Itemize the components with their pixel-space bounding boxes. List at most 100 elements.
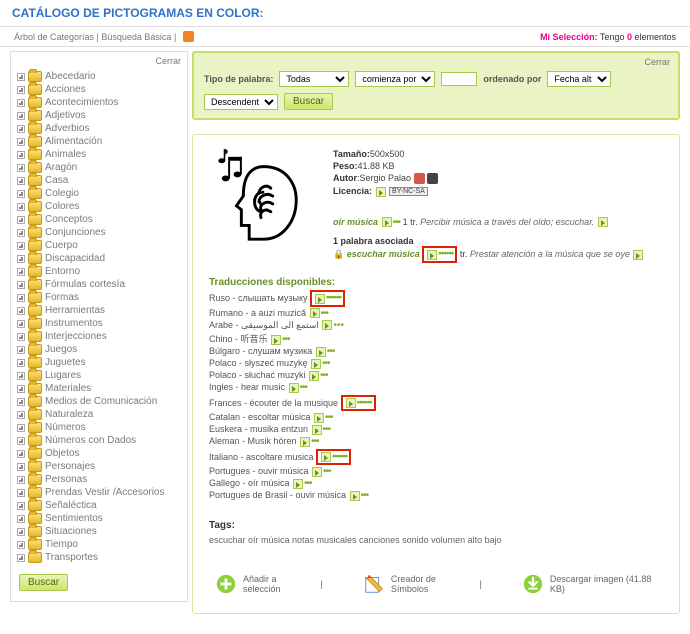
expand-icon[interactable] bbox=[17, 190, 25, 198]
expand-icon[interactable] bbox=[17, 450, 25, 458]
expand-icon[interactable] bbox=[17, 255, 25, 263]
category-item[interactable]: Conjunciones bbox=[17, 226, 181, 239]
category-item[interactable]: Entorno bbox=[17, 265, 181, 278]
category-item[interactable]: Lugares bbox=[17, 369, 181, 382]
expand-icon[interactable] bbox=[17, 177, 25, 185]
expand-icon[interactable] bbox=[17, 385, 25, 393]
category-item[interactable]: Conceptos bbox=[17, 213, 181, 226]
category-item[interactable]: Fórmulas cortesía bbox=[17, 278, 181, 291]
category-item[interactable]: Naturaleza bbox=[17, 408, 181, 421]
expand-icon[interactable] bbox=[17, 151, 25, 159]
order-field-select[interactable]: Fecha alta bbox=[547, 71, 611, 87]
play-icon[interactable] bbox=[382, 217, 392, 227]
category-item[interactable]: Cuerpo bbox=[17, 239, 181, 252]
play-icon[interactable] bbox=[293, 479, 303, 489]
category-item[interactable]: Tiempo bbox=[17, 538, 181, 551]
category-item[interactable]: Números bbox=[17, 421, 181, 434]
expand-icon[interactable] bbox=[17, 73, 25, 81]
category-item[interactable]: Instrumentos bbox=[17, 317, 181, 330]
tree-link[interactable]: Árbol de Categorías bbox=[14, 32, 94, 42]
expand-icon[interactable] bbox=[17, 346, 25, 354]
category-item[interactable]: Formas bbox=[17, 291, 181, 304]
expand-icon[interactable] bbox=[17, 502, 25, 510]
category-item[interactable]: Números con Dados bbox=[17, 434, 181, 447]
expand-icon[interactable] bbox=[17, 528, 25, 536]
sidebar-close[interactable]: Cerrar bbox=[155, 56, 181, 66]
category-item[interactable]: Colores bbox=[17, 200, 181, 213]
expand-icon[interactable] bbox=[17, 320, 25, 328]
category-item[interactable]: Sentimientos bbox=[17, 512, 181, 525]
expand-icon[interactable] bbox=[17, 333, 25, 341]
category-item[interactable]: Materiales bbox=[17, 382, 181, 395]
category-item[interactable]: Abecedario bbox=[17, 70, 181, 83]
category-item[interactable]: Juguetes bbox=[17, 356, 181, 369]
category-item[interactable]: Discapacidad bbox=[17, 252, 181, 265]
expand-icon[interactable] bbox=[17, 437, 25, 445]
category-item[interactable]: Personajes bbox=[17, 460, 181, 473]
match-select[interactable]: comienza por bbox=[355, 71, 435, 87]
category-item[interactable]: Prendas Vestir /Accesorios bbox=[17, 486, 181, 499]
download-button[interactable]: Descargar imagen (41.88 KB) bbox=[522, 573, 663, 595]
symbol-creator-button[interactable]: Creador de Símbolos | bbox=[363, 573, 482, 595]
expand-icon[interactable] bbox=[17, 281, 25, 289]
category-item[interactable]: Personas bbox=[17, 473, 181, 486]
expand-icon[interactable] bbox=[17, 112, 25, 120]
rss-icon[interactable] bbox=[183, 31, 194, 42]
expand-icon[interactable] bbox=[17, 541, 25, 549]
expand-icon[interactable] bbox=[17, 86, 25, 94]
expand-icon[interactable] bbox=[17, 463, 25, 471]
category-item[interactable]: Herramientas bbox=[17, 304, 181, 317]
play-icon[interactable] bbox=[314, 413, 324, 423]
category-item[interactable]: Alimentación bbox=[17, 135, 181, 148]
expand-icon[interactable] bbox=[17, 125, 25, 133]
play-icon[interactable] bbox=[633, 250, 643, 260]
category-item[interactable]: Casa bbox=[17, 174, 181, 187]
expand-icon[interactable] bbox=[17, 372, 25, 380]
expand-icon[interactable] bbox=[17, 398, 25, 406]
play-icon[interactable] bbox=[315, 294, 325, 304]
play-icon[interactable] bbox=[300, 437, 310, 447]
expand-icon[interactable] bbox=[17, 242, 25, 250]
add-to-selection-button[interactable]: Añadir a selección | bbox=[215, 573, 323, 595]
play-icon[interactable] bbox=[312, 425, 322, 435]
category-item[interactable]: Interjecciones bbox=[17, 330, 181, 343]
expand-icon[interactable] bbox=[17, 554, 25, 562]
search-button[interactable]: Buscar bbox=[284, 93, 333, 110]
query-input[interactable] bbox=[441, 72, 477, 86]
play-icon[interactable] bbox=[322, 320, 332, 330]
expand-icon[interactable] bbox=[17, 359, 25, 367]
expand-icon[interactable] bbox=[17, 411, 25, 419]
category-item[interactable]: Medios de Comunicación bbox=[17, 395, 181, 408]
expand-icon[interactable] bbox=[17, 99, 25, 107]
expand-icon[interactable] bbox=[17, 138, 25, 146]
basic-search-link[interactable]: Búsqueda Básica bbox=[101, 32, 171, 42]
expand-icon[interactable] bbox=[17, 229, 25, 237]
category-item[interactable]: Juegos bbox=[17, 343, 181, 356]
order-dir-select[interactable]: Descendente bbox=[204, 94, 278, 110]
category-item[interactable]: Acciones bbox=[17, 83, 181, 96]
play-icon[interactable] bbox=[427, 250, 437, 260]
expand-icon[interactable] bbox=[17, 294, 25, 302]
category-item[interactable]: Animales bbox=[17, 148, 181, 161]
play-icon[interactable] bbox=[321, 452, 331, 462]
category-item[interactable]: Acontecimientos bbox=[17, 96, 181, 109]
my-selection[interactable]: Mi Selección: Tengo 0 elementos bbox=[540, 32, 676, 42]
play-icon[interactable] bbox=[598, 217, 608, 227]
word-type-select[interactable]: Todas bbox=[279, 71, 349, 87]
sidebar-search-button[interactable]: Buscar bbox=[19, 574, 68, 591]
expand-icon[interactable] bbox=[17, 216, 25, 224]
expand-icon[interactable] bbox=[17, 424, 25, 432]
play-icon[interactable] bbox=[346, 398, 356, 408]
searchbar-close[interactable]: Cerrar bbox=[644, 57, 670, 67]
category-item[interactable]: Colegio bbox=[17, 187, 181, 200]
expand-icon[interactable] bbox=[17, 268, 25, 276]
category-item[interactable]: Adjetivos bbox=[17, 109, 181, 122]
category-item[interactable]: Señaléctica bbox=[17, 499, 181, 512]
expand-icon[interactable] bbox=[17, 203, 25, 211]
expand-icon[interactable] bbox=[17, 476, 25, 484]
expand-icon[interactable] bbox=[17, 515, 25, 523]
category-item[interactable]: Objetos bbox=[17, 447, 181, 460]
category-item[interactable]: Situaciones bbox=[17, 525, 181, 538]
play-icon[interactable] bbox=[311, 359, 321, 369]
category-item[interactable]: Aragón bbox=[17, 161, 181, 174]
